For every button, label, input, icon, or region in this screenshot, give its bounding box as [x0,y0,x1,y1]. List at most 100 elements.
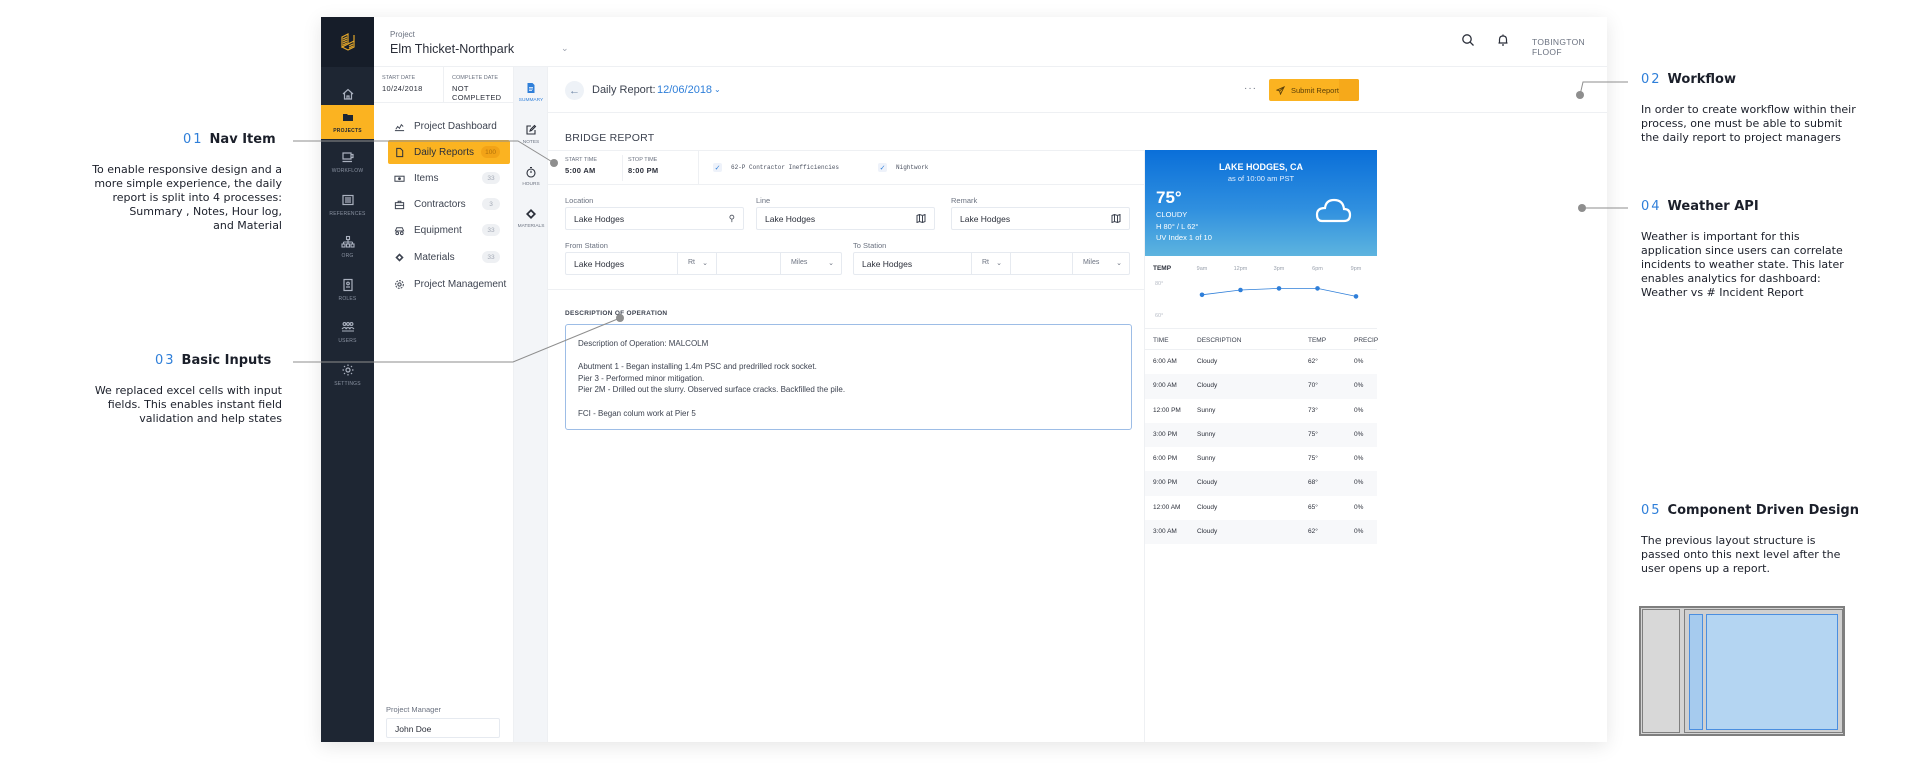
start-date-value: 10/24/2018 [382,84,423,93]
stop-time[interactable]: STOP TIME 8:00 PM [628,157,658,190]
rail-item-projects[interactable]: PROJECTS [321,105,374,139]
location-input[interactable]: Lake Hodges ⚲ [565,207,744,230]
rail-label: REFERENCES [329,211,366,217]
diamond-icon [526,208,536,219]
tab-notes[interactable]: NOTES [514,114,548,154]
table-row: 9:00 PM Cloudy 68° 0% [1145,471,1377,496]
to-station-input[interactable]: Lake Hodges Rt ⌄ Miles ⌄ [853,252,1130,275]
weather-timestamp: as of 10:00 am PST [1227,174,1295,183]
annotation-heading: Workflow [1667,72,1736,87]
rail-item-settings[interactable]: SETTINGS [321,355,374,395]
tab-label: NOTES [522,139,540,145]
remark-value: Lake Hodges [960,214,1011,224]
report-title: Daily Report: [592,84,656,96]
user-menu[interactable]: TOBINGTON FLOOF [1532,37,1607,57]
document-icon [396,147,404,157]
logo[interactable] [321,17,374,67]
count-badge: 33 [482,224,500,236]
description-line: Pier 3 - Performed minor mitigation. [578,373,705,383]
table-cell: Cloudy [1197,528,1218,536]
nav-item-daily-reports[interactable]: Daily Reports 100 [388,140,510,164]
table-cell: 12:00 AM [1153,503,1181,511]
tab-materials[interactable]: MATERIALS [514,198,548,238]
rail-item-roles[interactable]: ROLES [321,270,374,310]
project-selector[interactable]: Elm Thicket-Northpark [390,42,514,56]
weather-location: LAKE HODGES, CA [1218,162,1303,172]
nav-item-materials[interactable]: Materials 33 [388,245,510,269]
table-cell: Sunny [1197,430,1216,438]
description-line: Abutment 1 - Began installing 1.4m PSC a… [578,362,817,372]
tab-hours[interactable]: HOURS [514,156,548,196]
uv-index: UV Index 1 of 10 [1156,233,1212,242]
rail-item-org[interactable]: ORG [321,227,374,267]
annotation-line: In order to create workflow within their [1641,103,1856,116]
annotation-line: To enable responsive design and a [92,163,282,176]
tab-summary[interactable]: SUMMARY [514,72,548,112]
nav-label: Project Management [414,278,507,290]
description-line [578,396,1131,408]
annotation-line: passed onto this next level after the [1641,548,1841,561]
layout-diagram-subnav [1689,614,1703,730]
annotation-line: user opens up a report. [1641,562,1770,575]
count-badge: 33 [482,251,500,263]
from-side-select[interactable]: Rt ⌄ [677,253,716,274]
from-station-input[interactable]: Lake Hodges Rt ⌄ Miles ⌄ [565,252,842,275]
folder-icon [342,114,353,121]
to-side-select[interactable]: Rt ⌄ [971,253,1010,274]
from-distance-input[interactable] [716,253,780,274]
project-manager-input[interactable]: John Doe [386,718,500,738]
app-window: DASHBOARD PROJECTS WORKFLOW REFERENCES O… [321,17,1607,742]
chevron-down-icon[interactable]: ⌄ [714,85,721,94]
annotation-line: application since users can correlate [1641,244,1843,257]
table-header: TIME DESCRIPTION TEMP PRECIP [1145,328,1378,350]
description-line: FCI - Began colum work at Pier 5 [578,408,696,418]
rail-item-users[interactable]: USERS [321,312,374,352]
table-cell: Sunny [1197,406,1216,414]
description-label: DESCRIPTION OF OPERATION [565,310,668,317]
nav-item-project-management[interactable]: Project Management [388,272,510,296]
remark-input[interactable]: Lake Hodges [951,207,1130,230]
chevron-down-icon[interactable]: ⌄ [561,43,569,54]
report-main: ← Daily Report: 12/06/2018 ⌄ ··· Submit … [548,67,1607,742]
remark-label: Remark [951,196,978,205]
rail-item-workflow[interactable]: WORKFLOW [321,142,374,182]
annotation-line: Summary , Notes, Hour log, [129,205,282,218]
description-textarea[interactable]: Description of Operation: MALCOLM Abutme… [565,324,1132,430]
logo-icon [340,33,355,51]
checkbox-contractor-inefficiencies[interactable]: ✓ 62-P Contractor Inefficiencies [713,163,839,172]
line-input[interactable]: Lake Hodges [756,207,935,230]
chevron-down-icon: ⌄ [1116,260,1122,267]
weather-summary: LAKE HODGES, CA as of 10:00 am PST 75° C… [1145,150,1377,256]
nav-item-items[interactable]: Items 33 [388,166,510,190]
send-icon [1276,85,1285,95]
weather-panel: LAKE HODGES, CA as of 10:00 am PST 75° C… [1144,150,1378,742]
rail-label: SETTINGS [334,381,361,387]
to-distance-input[interactable] [1010,253,1072,274]
nav-label: Materials [414,251,455,263]
bell-icon[interactable] [1496,33,1510,47]
from-unit-select[interactable]: Miles ⌄ [780,253,842,274]
checkbox-nightwork[interactable]: ✓ Nightwork [878,163,928,172]
start-date: START DATE 10/24/2018 [374,67,444,103]
submit-options-toggle[interactable] [1339,79,1359,101]
table-cell: 0% [1354,528,1364,536]
org-chart-icon [340,235,355,248]
rail-item-references[interactable]: REFERENCES [321,185,374,225]
more-options-button[interactable]: ··· [1244,83,1257,94]
nav-item-project-dashboard[interactable]: Project Dashboard [388,114,510,138]
nav-item-contractors[interactable]: Contractors 3 [388,192,510,216]
table-cell: 75° [1308,455,1318,463]
report-date-selector[interactable]: 12/06/2018 [657,84,712,96]
start-time[interactable]: START TIME 5:00 AM [565,157,597,190]
vehicle-icon [394,226,405,235]
cash-icon [394,175,405,182]
line-label: Line [756,196,771,205]
x-tick-label: 12pm [1234,266,1248,272]
nav-item-equipment[interactable]: Equipment 33 [388,218,510,242]
chart-title: TEMP [1153,265,1172,272]
to-unit-select[interactable]: Miles ⌄ [1072,253,1130,274]
table-cell: 0% [1354,479,1364,487]
back-button[interactable]: ← [565,81,584,100]
search-icon[interactable] [1461,33,1475,47]
annotation-basic-inputs-title: 03 Basic Inputs [155,353,271,368]
